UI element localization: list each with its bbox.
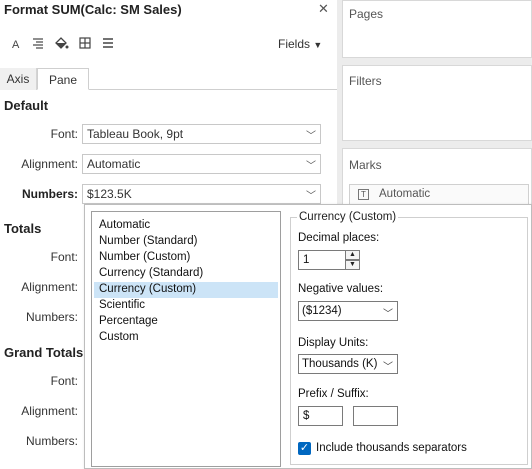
- tab-axis[interactable]: Axis: [0, 68, 37, 90]
- chevron-down-icon: ﹀: [383, 362, 393, 373]
- marks-title: Marks: [349, 158, 382, 172]
- default-font-value: Tableau Book, 9pt: [87, 127, 184, 141]
- decimal-places-label: Decimal places:: [298, 232, 380, 244]
- grand-totals-numbers-label: Numbers:: [25, 434, 78, 448]
- grand-totals-heading: Grand Totals: [4, 345, 84, 360]
- text-mark-icon: T: [358, 189, 369, 200]
- increment-icon[interactable]: ▲: [345, 250, 360, 260]
- negative-values-label: Negative values:: [298, 283, 384, 295]
- display-units-label: Display Units:: [298, 337, 369, 349]
- decimal-places-input[interactable]: 1: [298, 250, 346, 270]
- default-numbers-label: Numbers:: [21, 187, 78, 201]
- decrement-icon[interactable]: ▼: [345, 260, 360, 270]
- format-option-currency-standard[interactable]: Currency (Standard): [94, 266, 278, 282]
- default-alignment-value: Automatic: [87, 157, 141, 171]
- display-units-select[interactable]: Thousands (K) ﹀: [298, 354, 398, 374]
- pages-title: Pages: [349, 7, 384, 21]
- prefix-input[interactable]: $: [298, 406, 343, 426]
- pane-title: Format SUM(Calc: SM Sales): [4, 2, 182, 17]
- borders-icon[interactable]: [77, 35, 93, 51]
- default-font-select[interactable]: Tableau Book, 9pt ﹀: [82, 124, 321, 144]
- format-option-currency-custom[interactable]: Currency (Custom): [94, 282, 278, 298]
- decimal-places-spinner[interactable]: ▲ ▼: [345, 250, 360, 270]
- chevron-down-icon: ﹀: [306, 161, 316, 172]
- totals-heading: Totals: [4, 221, 42, 236]
- default-alignment-select[interactable]: Automatic ﹀: [82, 154, 321, 174]
- format-option-number-standard[interactable]: Number (Standard): [94, 234, 278, 250]
- format-option-number-custom[interactable]: Number (Custom): [94, 250, 278, 266]
- negative-values-select[interactable]: ($1234) ﹀: [298, 301, 398, 321]
- thousands-separator-label: Include thousands separators: [316, 442, 467, 454]
- thousands-separator-checkbox[interactable]: ✓: [298, 442, 311, 455]
- mark-type-select[interactable]: T Automatic: [349, 184, 529, 206]
- prefix-suffix-label: Prefix / Suffix:: [298, 388, 369, 400]
- number-format-popup: Automatic Number (Standard) Number (Cust…: [84, 204, 532, 469]
- format-type-list[interactable]: Automatic Number (Standard) Number (Cust…: [91, 211, 281, 467]
- chevron-down-icon: ﹀: [306, 131, 316, 142]
- suffix-input[interactable]: [353, 406, 398, 426]
- totals-font-label: Font:: [50, 250, 78, 264]
- caret-down-icon: ▼: [313, 40, 323, 50]
- close-icon[interactable]: ✕: [318, 1, 329, 17]
- default-font-label: Font:: [50, 127, 78, 141]
- chevron-down-icon: ﹀: [383, 309, 393, 320]
- totals-alignment-label: Alignment:: [21, 280, 78, 294]
- svg-text:A: A: [12, 39, 20, 51]
- grand-totals-alignment-label: Alignment:: [21, 404, 78, 418]
- shading-icon[interactable]: [53, 35, 69, 51]
- fields-label: Fields: [278, 37, 311, 51]
- format-option-custom[interactable]: Custom: [94, 330, 278, 346]
- filters-title: Filters: [349, 74, 382, 88]
- format-option-scientific[interactable]: Scientific: [94, 298, 278, 314]
- align-icon[interactable]: [30, 35, 46, 51]
- grand-totals-font-label: Font:: [50, 374, 78, 388]
- format-option-percentage[interactable]: Percentage: [94, 314, 278, 330]
- tab-pane[interactable]: Pane: [37, 68, 89, 90]
- default-heading: Default: [4, 98, 49, 113]
- chevron-down-icon: ﹀: [306, 191, 316, 202]
- default-numbers-value: $123.5K: [87, 187, 132, 201]
- negative-values-value: ($1234): [302, 305, 342, 317]
- mark-type-value: Automatic: [379, 188, 431, 200]
- font-icon[interactable]: A: [9, 35, 25, 51]
- default-alignment-label: Alignment:: [21, 157, 78, 171]
- options-group-title: Currency (Custom): [297, 211, 399, 223]
- default-numbers-select[interactable]: $123.5K ﹀: [82, 184, 321, 204]
- pages-shelf[interactable]: Pages: [342, 0, 532, 58]
- filters-shelf[interactable]: Filters: [342, 65, 532, 141]
- totals-numbers-label: Numbers:: [25, 310, 78, 324]
- lines-icon[interactable]: [100, 35, 116, 51]
- format-option-automatic[interactable]: Automatic: [94, 218, 278, 234]
- fields-dropdown[interactable]: Fields ▼: [278, 37, 322, 51]
- display-units-value: Thousands (K): [302, 358, 378, 370]
